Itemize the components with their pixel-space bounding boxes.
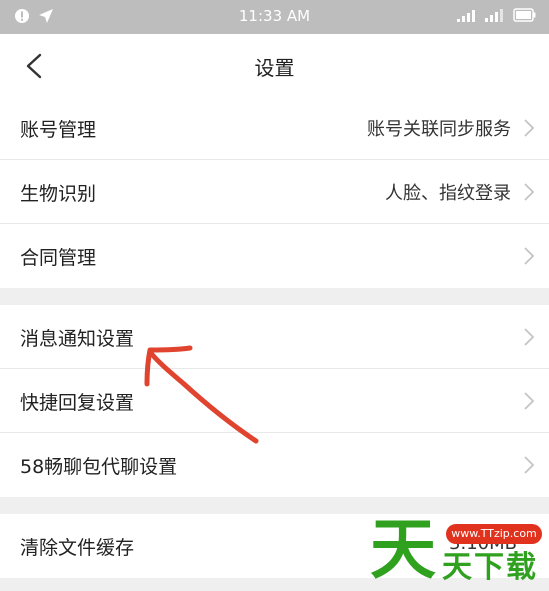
back-button[interactable] [20, 52, 46, 80]
nav-bar: 设置 [0, 34, 549, 96]
page-title: 设置 [254, 56, 295, 80]
settings-group-messages: 消息通知设置 快捷回复设置 58畅聊包代聊设置 [0, 305, 549, 497]
status-bar: 11:33 AM [0, 0, 549, 34]
status-right-icons [457, 8, 537, 22]
chevron-right-icon [524, 119, 535, 137]
signal-icon [457, 10, 475, 22]
row-contract-management[interactable]: 合同管理 [0, 224, 549, 288]
row-label: 快捷回复设置 [20, 392, 135, 414]
row-quick-reply-settings[interactable]: 快捷回复设置 [0, 369, 549, 433]
chevron-right-icon [524, 328, 535, 346]
watermark-text: 天下载 [442, 550, 538, 585]
settings-group-account: 账号管理 账号关联同步服务 生物识别 人脸、指纹登录 合同管理 [0, 96, 549, 288]
chevron-right-icon [524, 247, 535, 265]
row-biometric[interactable]: 生物识别 人脸、指纹登录 [0, 160, 549, 224]
watermark-logo: www.TTzip.com 天 天下载 [370, 512, 546, 588]
row-label: 账号管理 [20, 119, 97, 141]
row-label: 生物识别 [20, 183, 97, 205]
row-label: 清除文件缓存 [20, 537, 135, 559]
watermark-url: www.TTzip.com [446, 524, 542, 544]
row-label: 消息通知设置 [20, 328, 135, 350]
row-value: 人脸、指纹登录 [385, 183, 511, 204]
row-label: 58畅聊包代聊设置 [20, 456, 178, 478]
row-label: 合同管理 [20, 247, 97, 269]
row-notification-settings[interactable]: 消息通知设置 [0, 305, 549, 369]
chevron-right-icon [524, 183, 535, 201]
row-chat-package-settings[interactable]: 58畅聊包代聊设置 [0, 433, 549, 497]
watermark-big-char: 天 [370, 511, 436, 588]
row-value: 账号关联同步服务 [367, 119, 511, 140]
chevron-right-icon [524, 456, 535, 474]
row-account-management[interactable]: 账号管理 账号关联同步服务 [0, 96, 549, 160]
signal-4g-icon [485, 9, 503, 22]
battery-icon [513, 8, 536, 22]
chevron-right-icon [524, 392, 535, 410]
